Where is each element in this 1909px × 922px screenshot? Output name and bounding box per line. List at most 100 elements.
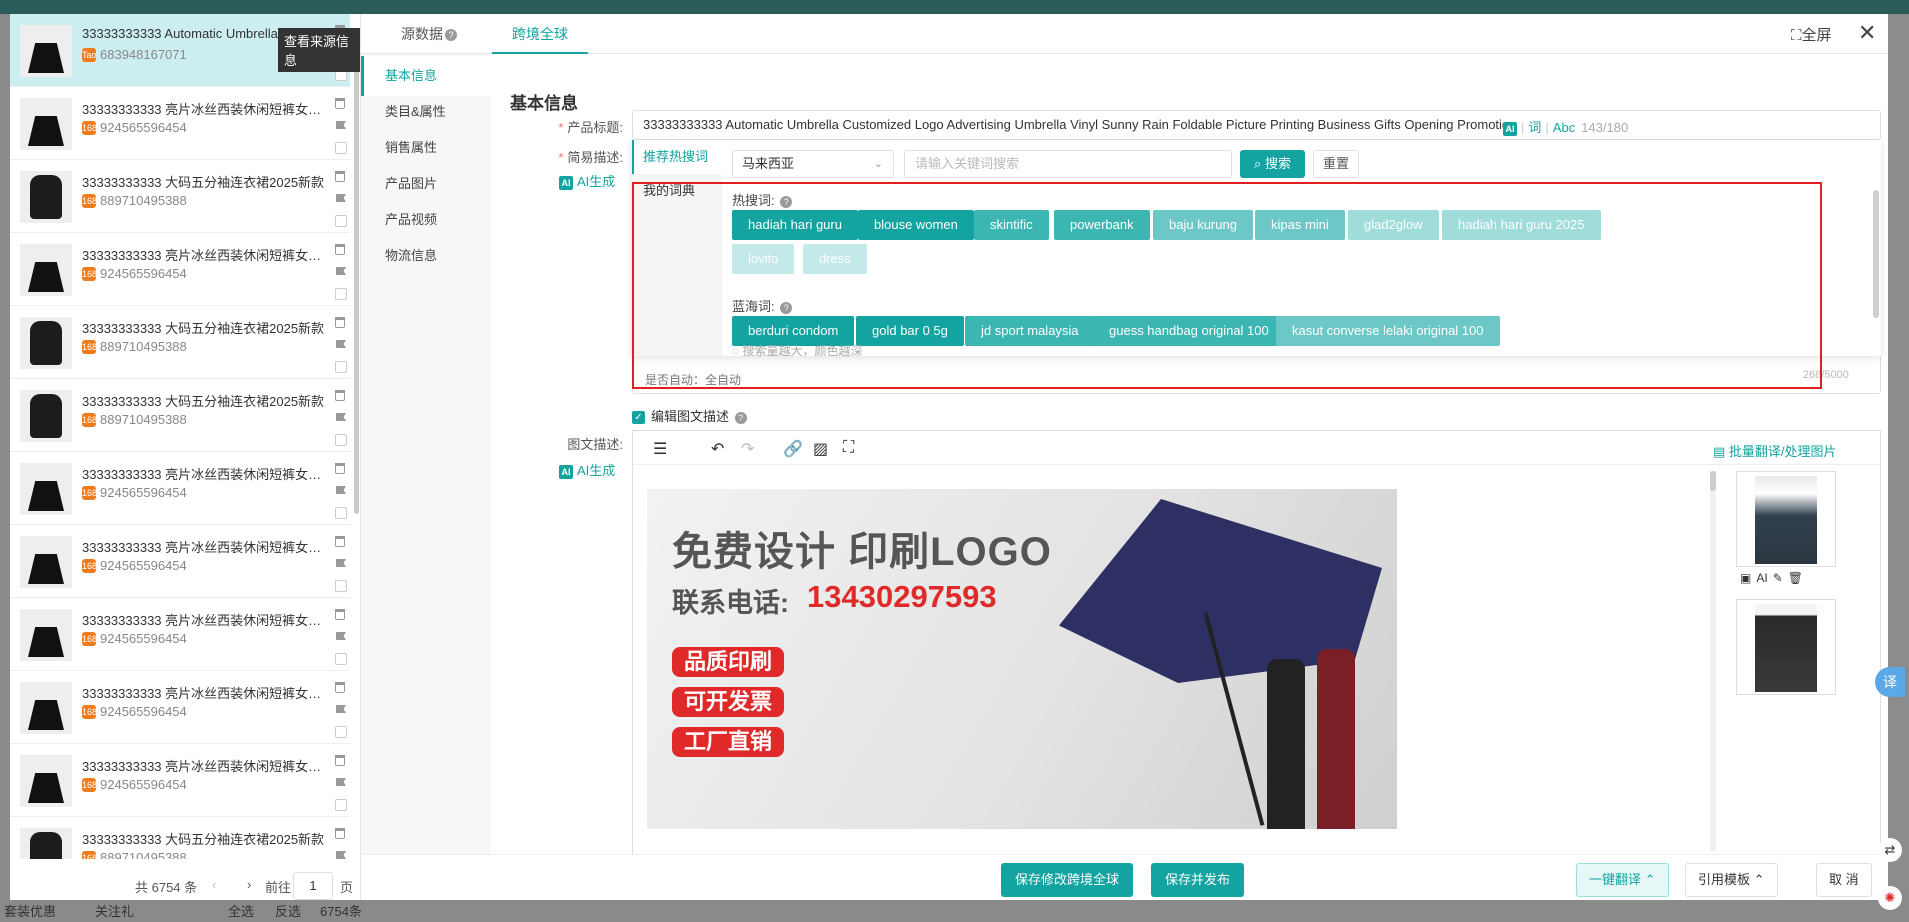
edit-rich-description-checkbox[interactable]: ✓ 编辑图文描述 ? [632, 406, 747, 425]
image-icon[interactable]: ▨ [813, 439, 828, 459]
product-list-item[interactable]: 33333333333 大码五分袖连衣裙2025新款 1688 8897104953… [10, 379, 350, 452]
search-button[interactable]: ⌕ 搜索 [1240, 150, 1305, 178]
product-title-input[interactable]: 33333333333 Automatic Umbrella Customize… [632, 110, 1881, 140]
flag-icon[interactable] [336, 632, 346, 640]
fullscreen-icon[interactable]: ⛶ [843, 439, 854, 457]
keyword-search-input[interactable]: 请输入关键词搜索 [904, 150, 1232, 178]
hot-word-chip[interactable]: hadiah hari guru 2025 [1442, 210, 1601, 240]
rich-text-editor[interactable]: ☰ ↶ ↷ 🔗 ▨ ⛶ ▤ 批量翻译/处理图片 免费设计 印刷LOGO 联系电话… [632, 430, 1881, 854]
flag-icon[interactable] [336, 778, 346, 786]
flag-icon[interactable] [336, 851, 346, 859]
blue-word-chip[interactable]: jd sport malaysia [965, 316, 1095, 346]
pager-prev-button[interactable]: ‹ [212, 877, 216, 892]
list-scrollbar[interactable] [354, 34, 359, 514]
save-modify-button[interactable]: 保存修改跨境全球 [1001, 863, 1134, 897]
select-checkbox[interactable] [335, 580, 347, 592]
trash-icon[interactable] [335, 755, 345, 766]
hot-word-chip[interactable]: hadiah hari guru [732, 210, 858, 240]
product-list-item[interactable]: 33333333333 亮片冰丝西装休闲短裤女夏季高腰 1688924565596… [10, 744, 350, 817]
select-checkbox[interactable] [335, 215, 347, 227]
close-button[interactable]: ✕ [1858, 20, 1876, 46]
word-button[interactable]: 词 [1528, 120, 1541, 135]
hot-word-chip[interactable]: blouse women [858, 210, 974, 240]
trash-icon[interactable] [335, 244, 345, 255]
trash-icon[interactable] [335, 390, 345, 401]
cancel-button[interactable]: 取 消 [1816, 863, 1872, 897]
list-icon[interactable]: ☰ [653, 439, 667, 459]
tab-my-dictionary[interactable]: 我的词典 [632, 174, 722, 208]
flag-icon[interactable] [336, 413, 346, 421]
app-logo-icon[interactable]: ✺ [1878, 886, 1902, 910]
select-checkbox[interactable] [335, 726, 347, 738]
save-publish-button[interactable]: 保存并发布 [1151, 863, 1245, 897]
select-checkbox[interactable] [335, 434, 347, 446]
nav-basic-info[interactable]: 基本信息 [361, 56, 491, 96]
trash-icon[interactable] [335, 682, 345, 693]
select-checkbox[interactable] [335, 799, 347, 811]
product-list-item[interactable]: 33333333333 大码五分袖连衣裙2025新款 1688 8897104953… [10, 306, 350, 379]
ai-image-icon[interactable]: AI [1756, 571, 1767, 585]
blue-word-chip[interactable]: guess handbag original 100 [1093, 316, 1285, 346]
hot-word-chip[interactable]: lovito [732, 244, 795, 274]
case-button[interactable]: Abc [1553, 120, 1575, 135]
blue-word-chip[interactable]: kasut converse lelaki original 100 [1276, 316, 1500, 346]
nav-logistics[interactable]: 物流信息 [361, 236, 491, 276]
product-list-item[interactable]: 33333333333 亮片冰丝西装休闲短裤女夏季高腰 1688924565596… [10, 525, 350, 598]
hot-word-chip[interactable]: kipas mini [1255, 210, 1345, 240]
nav-category-attributes[interactable]: 类目&属性 [361, 92, 491, 132]
magic-wand-icon[interactable]: ✎ [1773, 571, 1783, 585]
hot-word-chip[interactable]: skintific [974, 210, 1049, 240]
page-input[interactable]: 1 [293, 872, 333, 900]
ai-generate-brief-button[interactable]: AI AI生成 [559, 171, 615, 190]
product-list-item[interactable]: 33333333333 大码五分袖连衣裙2025新款 1688 8897104953… [10, 160, 350, 233]
trash-icon[interactable] [335, 98, 345, 109]
hot-word-chip[interactable]: glad2glow [1348, 210, 1439, 240]
product-list-item[interactable]: 33333333333 亮片冰丝西装休闲短裤女夏季高腰 1688924565596… [10, 598, 350, 671]
translate-float-icon[interactable]: 译 [1875, 667, 1905, 697]
product-list-item[interactable]: 33333333333 亮片冰丝西装休闲短裤女夏季高腰 1688924565596… [10, 671, 350, 744]
apply-template-button[interactable]: 引用模板 ⌃ [1685, 863, 1778, 897]
blue-word-chip[interactable]: gold bar 0 5g [856, 316, 964, 346]
pager-next-button[interactable]: › [247, 877, 251, 892]
hot-words-scrollbar[interactable] [1873, 190, 1879, 318]
product-list-item[interactable]: 33333333333 亮片冰丝西装休闲短裤女夏季高腰 1688924565596… [10, 452, 350, 525]
one-click-translate-button[interactable]: 一键翻译 ⌃ [1576, 863, 1669, 897]
image-edit-icon[interactable]: ▣ [1740, 571, 1751, 585]
country-select[interactable]: 马来西亚 ⌄ [732, 150, 894, 178]
redo-icon[interactable]: ↷ [741, 439, 754, 459]
fullscreen-button[interactable]: ⛶全屏 [1791, 24, 1832, 45]
product-list-item[interactable]: 33333333333 亮片冰丝西装休闲短裤女夏季高腰 1688924565596… [10, 87, 350, 160]
trash-icon[interactable]: 🗑 [1788, 571, 1803, 585]
nav-sales-attributes[interactable]: 销售属性 [361, 128, 491, 168]
product-list-item[interactable]: 33333333333 大码五分袖连衣裙2025新款 1688 8897104953… [10, 817, 350, 859]
image-thumbnail[interactable] [1736, 599, 1836, 695]
link-icon[interactable]: 🔗 [783, 439, 803, 459]
flag-icon[interactable] [336, 705, 346, 713]
image-thumbnail[interactable] [1736, 471, 1836, 567]
trash-icon[interactable] [335, 828, 345, 839]
tab-recommended-hot-words[interactable]: 推荐热搜词 [632, 140, 722, 174]
trash-icon[interactable] [335, 609, 345, 620]
flag-icon[interactable] [336, 194, 346, 202]
trash-icon[interactable] [335, 463, 345, 474]
flag-icon[interactable] [336, 559, 346, 567]
hot-word-chip[interactable]: baju kurung [1153, 210, 1253, 240]
select-checkbox[interactable] [335, 361, 347, 373]
translate-corner-icon[interactable]: ⇄ [1878, 838, 1902, 862]
undo-icon[interactable]: ↶ [711, 439, 724, 459]
flag-icon[interactable] [336, 340, 346, 348]
select-checkbox[interactable] [335, 653, 347, 665]
flag-icon[interactable] [336, 121, 346, 129]
select-checkbox[interactable] [335, 288, 347, 300]
editor-scrollbar[interactable] [1710, 471, 1716, 851]
flag-icon[interactable] [336, 267, 346, 275]
ai-title-button[interactable]: AI [1503, 122, 1517, 136]
tab-cross-border[interactable]: 跨境全球 [492, 14, 588, 54]
flag-icon[interactable] [336, 486, 346, 494]
nav-product-video[interactable]: 产品视频 [361, 200, 491, 240]
nav-product-images[interactable]: 产品图片 [361, 164, 491, 204]
hot-word-chip[interactable]: dress [803, 244, 867, 274]
hot-word-chip[interactable]: powerbank [1054, 210, 1150, 240]
trash-icon[interactable] [335, 171, 345, 182]
product-list-item[interactable]: 33333333333 亮片冰丝西装休闲短裤女夏季高腰 1688924565596… [10, 233, 350, 306]
